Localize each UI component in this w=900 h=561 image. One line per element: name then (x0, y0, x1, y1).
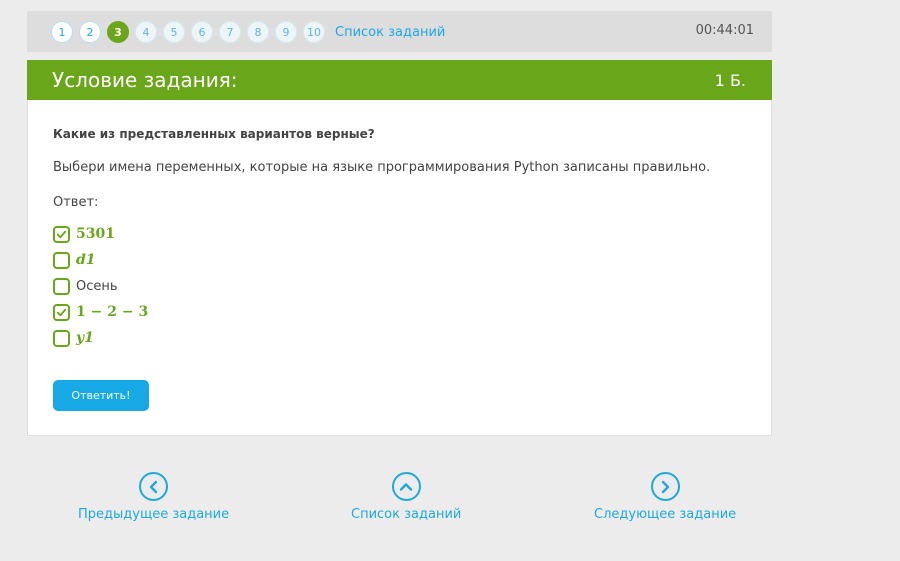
page-button-4[interactable]: 4 (135, 21, 157, 43)
option-5301[interactable]: 5301 (53, 221, 148, 247)
next-task-label[interactable]: Следующее задание (594, 507, 736, 522)
page-button-5[interactable]: 5 (163, 21, 185, 43)
option-label: y1 (76, 330, 94, 346)
page-button-7[interactable]: 7 (219, 21, 241, 43)
task-card-header: Условие задания: 1 Б. (27, 60, 772, 100)
option-label: 1 − 2 − 3 (76, 304, 149, 320)
chevron-left-icon[interactable] (139, 472, 169, 501)
timer: 00:44:01 (695, 23, 754, 38)
previous-task-link[interactable]: Предыдущее задание (78, 472, 229, 522)
task-list-link[interactable]: Список заданий (335, 25, 445, 40)
task-points: 1 Б. (714, 70, 746, 90)
task-list-bottom-link[interactable]: Список заданий (351, 472, 461, 522)
page-button-2[interactable]: 2 (79, 21, 101, 43)
page-button-8[interactable]: 8 (247, 21, 269, 43)
page-button-3[interactable]: 3 (107, 21, 129, 43)
task-title: Условие задания: (52, 68, 238, 92)
chevron-up-icon[interactable] (391, 472, 421, 501)
checkbox-empty-icon[interactable] (53, 277, 70, 295)
instruction-text: Выбери имена переменных, которые на язык… (53, 160, 711, 175)
task-list-bottom-label[interactable]: Список заданий (351, 507, 461, 522)
answer-label: Ответ: (53, 195, 99, 210)
bottom-navigation: Предыдущее задание Список заданий Следую… (0, 472, 900, 532)
option-y1[interactable]: y1 (53, 325, 148, 351)
question-text: Какие из представленных вариантов верные… (53, 127, 375, 141)
page-buttons: 1 2 3 4 5 6 7 8 9 10 Список заданий (51, 21, 445, 43)
checkbox-empty-icon[interactable] (53, 329, 70, 347)
task-navigation-bar: 1 2 3 4 5 6 7 8 9 10 Список заданий 00:4… (27, 11, 772, 52)
previous-task-label[interactable]: Предыдущее задание (78, 507, 229, 522)
answer-options: 5301 d1 Осень 1 − 2 − 3 y1 (53, 221, 148, 351)
task-card: Условие задания: 1 Б. Какие из представл… (27, 60, 772, 436)
checkbox-checked-icon[interactable] (53, 303, 70, 321)
checkbox-checked-icon[interactable] (53, 225, 70, 243)
page-button-6[interactable]: 6 (191, 21, 213, 43)
option-label: Осень (76, 278, 118, 294)
page-button-1[interactable]: 1 (51, 21, 73, 43)
chevron-right-icon[interactable] (650, 472, 680, 501)
option-osen[interactable]: Осень (53, 273, 148, 299)
option-label: d1 (76, 252, 96, 268)
checkbox-empty-icon[interactable] (53, 251, 70, 269)
page-button-9[interactable]: 9 (275, 21, 297, 43)
option-label: 5301 (76, 226, 115, 242)
option-1-2-3[interactable]: 1 − 2 − 3 (53, 299, 148, 325)
submit-answer-button[interactable]: Ответить! (53, 380, 149, 411)
next-task-link[interactable]: Следующее задание (594, 472, 736, 522)
option-d1[interactable]: d1 (53, 247, 148, 273)
page-button-10[interactable]: 10 (303, 21, 325, 43)
